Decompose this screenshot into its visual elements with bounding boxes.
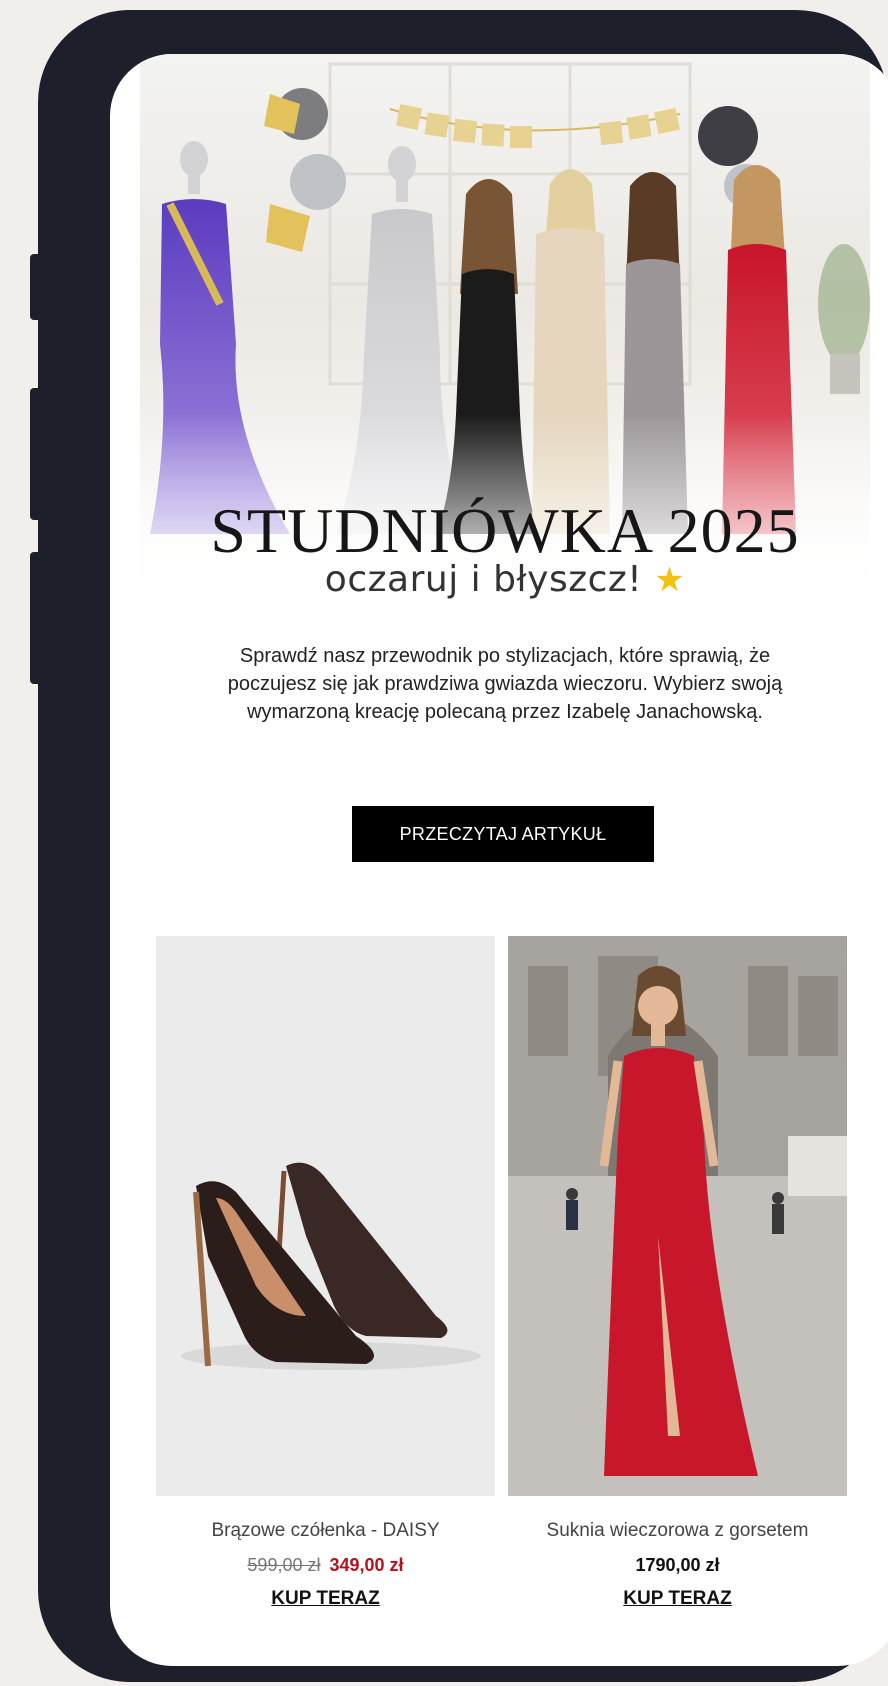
product-price: 599,00 zł 349,00 zł (156, 1555, 495, 1576)
product-image-dress[interactable] (508, 936, 847, 1496)
product-name[interactable]: Suknia wieczorowa z gorsetem (508, 1520, 847, 1542)
product-card: Brązowe czółenka - DAISY 599,00 zł 349,0… (156, 936, 495, 1610)
phone-frame: STUDNIÓWKA 2025 oczaruj i błyszcz! ★ Spr… (38, 10, 888, 1682)
star-icon: ★ (654, 560, 686, 600)
dress-illustration (508, 936, 847, 1496)
hero-title: STUDNIÓWKA 2025 (210, 495, 800, 566)
product-price: 1790,00 zł (508, 1555, 847, 1576)
phone-screen: STUDNIÓWKA 2025 oczaruj i błyszcz! ★ Spr… (110, 54, 888, 1666)
article-description: Sprawdź nasz przewodnik po stylizacjach,… (227, 645, 783, 723)
hero-subtitle-text: oczaruj i błyszcz! (324, 559, 643, 600)
buy-now-link[interactable]: KUP TERAZ (156, 1588, 495, 1610)
product-card: Suknia wieczorowa z gorsetem 1790,00 zł … (508, 936, 847, 1610)
regular-price: 1790,00 zł (635, 1555, 720, 1575)
read-article-button[interactable]: PRZECZYTAJ ARTYKUŁ (352, 806, 654, 862)
product-image-shoes[interactable] (156, 936, 495, 1496)
pumps-illustration (181, 1162, 481, 1370)
old-price: 599,00 zł (247, 1555, 321, 1575)
product-name[interactable]: Brązowe czółenka - DAISY (156, 1520, 495, 1542)
sale-price: 349,00 zł (329, 1555, 404, 1575)
hero-subtitle: oczaruj i błyszcz! ★ (110, 559, 888, 600)
buy-now-link[interactable]: KUP TERAZ (508, 1588, 847, 1610)
